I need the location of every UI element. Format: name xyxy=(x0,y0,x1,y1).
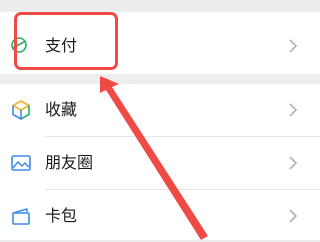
menu-item-favorites-label: 收藏 xyxy=(45,100,78,119)
chevron-right-icon xyxy=(289,209,298,223)
menu-item-card-wallet-label: 卡包 xyxy=(45,206,78,225)
highlight-box xyxy=(14,12,118,70)
menu-item-favorites[interactable]: 收藏 xyxy=(0,84,320,136)
menu-item-moments-label: 朋友圈 xyxy=(45,153,94,172)
chevron-right-icon xyxy=(289,156,298,170)
top-gap xyxy=(0,0,320,12)
chevron-right-icon xyxy=(289,39,298,53)
main-section: 收藏 朋友圈 卡包 xyxy=(0,84,320,240)
card-wallet-icon xyxy=(12,208,30,225)
chevron-right-icon xyxy=(289,103,298,117)
favorites-cube-icon xyxy=(12,100,30,120)
menu-item-moments[interactable]: 朋友圈 xyxy=(0,137,320,189)
moments-image-icon xyxy=(11,155,31,171)
menu-item-card-wallet[interactable]: 卡包 xyxy=(0,190,320,242)
